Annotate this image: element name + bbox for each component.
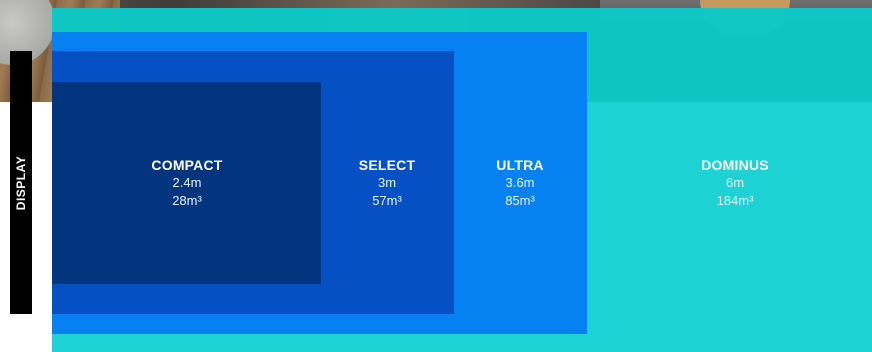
ultra-label: ULTRA 3.6m 85m³ — [450, 156, 590, 210]
compact-name: COMPACT — [151, 157, 223, 173]
display-tab-label: DISPLAY — [14, 155, 28, 210]
display-tab[interactable]: DISPLAY — [10, 51, 32, 314]
select-label: SELECT 3m 57m³ — [317, 156, 457, 210]
ultra-volume: 85m³ — [505, 193, 535, 208]
select-volume: 57m³ — [372, 193, 402, 208]
compact-volume: 28m³ — [172, 193, 202, 208]
compact-label: COMPACT 2.4m 28m³ — [117, 156, 257, 210]
ultra-length: 3.6m — [505, 175, 535, 190]
select-name: SELECT — [358, 157, 416, 173]
compact-length: 2.4m — [172, 175, 202, 190]
dominus-name: DOMINUS — [701, 157, 769, 173]
dominus-volume: 184m³ — [716, 193, 754, 208]
dominus-length: 6m — [725, 175, 745, 190]
dominus-label: DOMINUS 6m 184m³ — [665, 156, 805, 210]
ultra-name: ULTRA — [496, 157, 544, 173]
select-length: 3m — [377, 175, 397, 190]
